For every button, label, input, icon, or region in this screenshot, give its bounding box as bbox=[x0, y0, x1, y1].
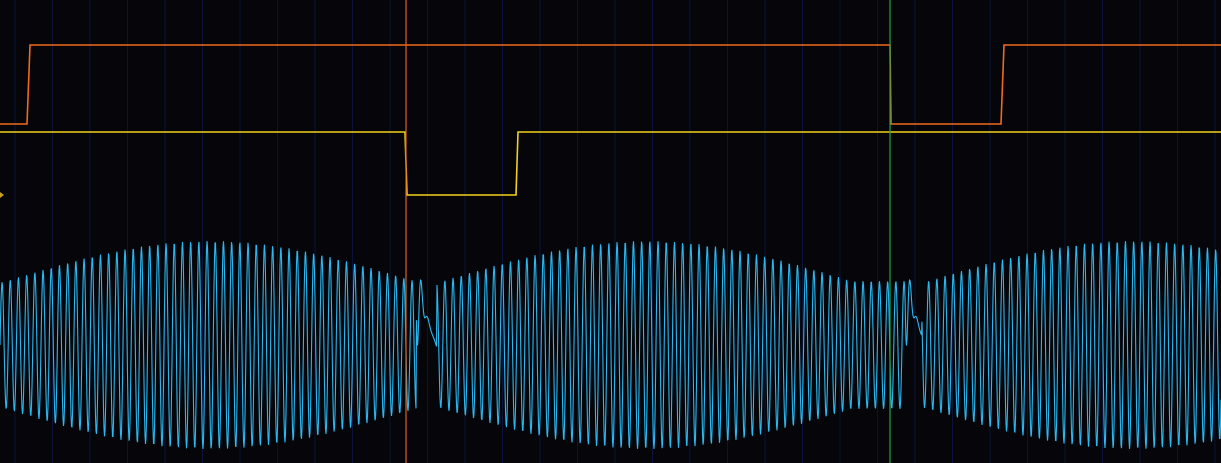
oscilloscope-display[interactable] bbox=[0, 0, 1221, 463]
waveform-canvas[interactable] bbox=[0, 0, 1221, 463]
grid bbox=[14, 0, 1216, 463]
cyan-channel-trace bbox=[0, 241, 1221, 449]
trigger-level-marker-icon[interactable] bbox=[0, 192, 4, 198]
yellow-channel-trace bbox=[0, 131, 1221, 196]
orange-channel-trace bbox=[0, 44, 1221, 125]
